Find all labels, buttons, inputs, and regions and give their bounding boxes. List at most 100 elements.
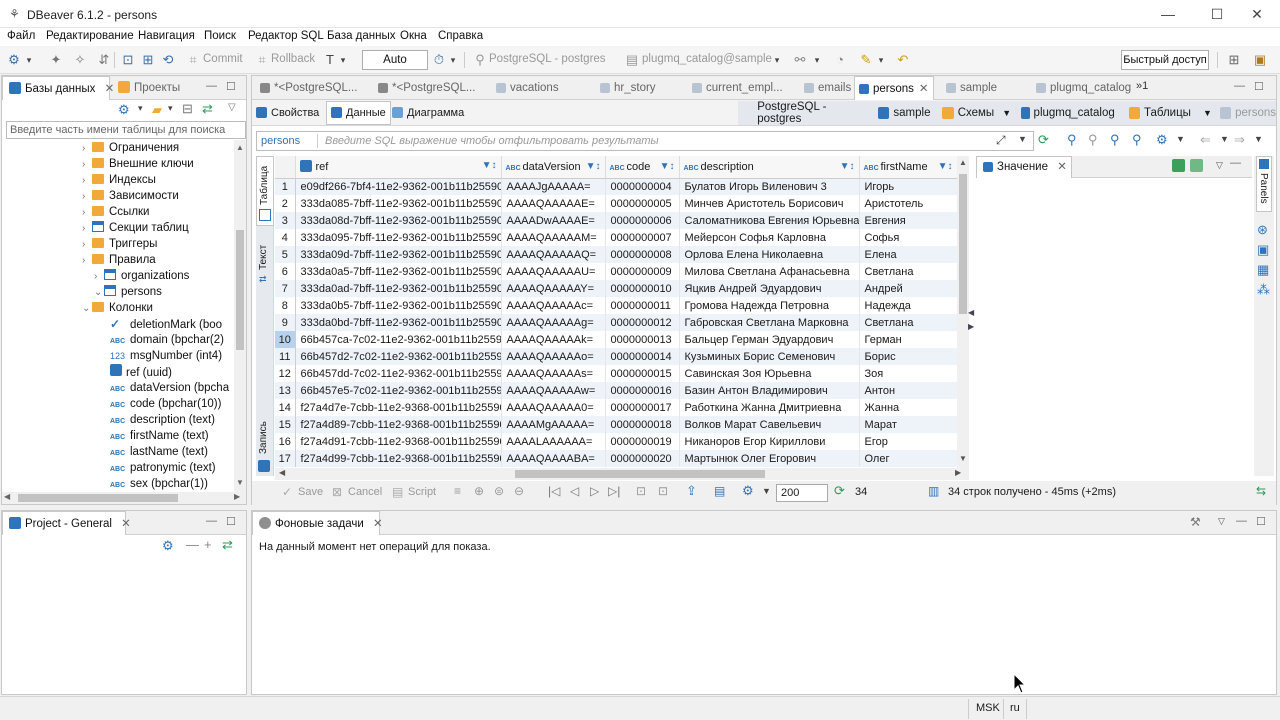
table-cell[interactable]: 333da0bd-7bff-11e2-9362-001b11b25590 [295, 314, 502, 331]
breadcrumb-connection[interactable]: PostgreSQL - postgres [757, 101, 866, 125]
tree-item[interactable]: ABC dataVersion (bpcha [110, 380, 229, 396]
dropdown-icon[interactable]: ▼ [762, 486, 771, 496]
collapse-all-icon[interactable]: ⊟ [182, 101, 193, 117]
chevron-right-icon[interactable]: › [82, 173, 92, 189]
table-cell[interactable]: 66b457e5-7c02-11e2-9362-001b11b25590 [295, 382, 502, 399]
table-cell[interactable]: Никаноров Егор Кириллови [679, 433, 860, 450]
table-row[interactable]: 3 333da08d-7bff-11e2-9362-001b11b25590 AAA… [275, 212, 957, 229]
tree-item[interactable]: ABC description (text) [110, 412, 215, 428]
table-cell[interactable]: Андрей [859, 280, 957, 297]
vtab-text[interactable]: Текст ⇄ [256, 236, 274, 286]
new-connection-icon[interactable]: ⚙ [118, 102, 130, 118]
table-row[interactable]: 1 e09df266-7bf4-11e2-9362-001b11b25590 AAA… [275, 178, 957, 195]
minimize-view-icon[interactable]: — [1230, 157, 1241, 169]
delete-row-icon[interactable]: ⊖ [514, 484, 524, 498]
table-cell[interactable]: AAAALAAAAAA= [501, 433, 606, 450]
tools-icon[interactable]: ✎ [858, 52, 874, 68]
table-cell[interactable]: Громова Надежда Петровна [679, 297, 860, 314]
view-menu-icon[interactable]: ▽ [1218, 516, 1225, 527]
table-cell[interactable]: 0000000007 [605, 229, 680, 246]
table-cell[interactable]: 333da0ad-7bff-11e2-9362-001b11b25590 [295, 280, 502, 297]
table-cell[interactable]: AAAADwAAAAE= [501, 212, 606, 229]
chevron-right-icon[interactable]: › [94, 269, 104, 285]
table-cell[interactable]: f27a4d99-7cbb-11e2-9368-001b11b25590 [295, 450, 502, 467]
table-row[interactable]: 9 333da0bd-7bff-11e2-9362-001b11b25590 AAA… [275, 314, 957, 331]
edit-row-icon[interactable]: ≡ [454, 484, 461, 498]
column-header[interactable]: ref ▼↕ [295, 156, 502, 179]
tree-item[interactable]: ABC firstName (text) [110, 428, 209, 444]
menu-window[interactable]: Окна [400, 30, 427, 42]
table-cell[interactable]: 66b457dd-7c02-11e2-9362-001b11b25590 [295, 365, 502, 382]
refresh-icon[interactable]: ⟳ [834, 483, 845, 499]
close-tab-icon[interactable]: ✕ [919, 83, 929, 95]
filter-history-icon[interactable]: ▼ [1018, 134, 1027, 144]
tree-item[interactable]: ABC sex (bpchar(1)) [110, 476, 208, 492]
tab-databases[interactable]: Базы данных ✕ [2, 76, 114, 100]
filter-input[interactable]: Введите SQL выражение чтобы отфильтроват… [325, 135, 659, 147]
chevron-right-icon[interactable]: › [82, 221, 92, 237]
table-cell[interactable]: 0000000013 [605, 331, 680, 348]
table-cell[interactable]: 0000000005 [605, 195, 680, 212]
expand-filter-icon[interactable]: ⤢ [996, 133, 1006, 148]
tree-item[interactable]: › Ссылки [82, 204, 150, 220]
back-icon[interactable]: ↶ [895, 52, 911, 68]
script-button[interactable]: Script [408, 486, 436, 498]
chevron-right-icon[interactable]: › [82, 189, 92, 205]
table-cell[interactable]: Зоя [859, 365, 957, 382]
table-cell[interactable]: Саломатникова Евгения Юрьевна [679, 212, 860, 229]
expand-icon[interactable]: + [204, 537, 212, 552]
chevron-right-icon[interactable]: › [82, 237, 92, 253]
locale-indicator[interactable]: ru [1010, 702, 1020, 714]
table-cell[interactable]: AAAAQAAAAAM= [501, 229, 606, 246]
maximize-view-icon[interactable]: ☐ [226, 80, 236, 93]
filter-settings-icon[interactable]: ⚲ [1110, 132, 1120, 148]
manual-commit-icon[interactable]: ⊞ [140, 52, 156, 68]
table-cell[interactable]: f27a4d91-7cbb-11e2-9368-001b11b25590 [295, 433, 502, 450]
table-cell[interactable]: 333da0a5-7bff-11e2-9362-001b11b25590 [295, 263, 502, 280]
table-cell[interactable]: AAAAJgAAAAA= [501, 178, 606, 195]
more-tabs-indicator[interactable]: »1 [1136, 80, 1148, 92]
table-row[interactable]: 12 66b457dd-7c02-11e2-9362-001b11b25590 AA… [275, 365, 957, 382]
table-row[interactable]: 11 66b457d2-7c02-11e2-9362-001b11b25590 AA… [275, 348, 957, 365]
aggregate-icon[interactable]: ⊛ [1257, 222, 1268, 238]
chevron-down-icon[interactable]: ⌄ [82, 301, 92, 317]
row-number[interactable]: 14 [275, 399, 296, 416]
table-cell[interactable]: 0000000008 [605, 246, 680, 263]
editor-tab[interactable]: emails [800, 76, 851, 100]
editor-tab[interactable]: *<PostgreSQL... [374, 76, 486, 100]
tree-item[interactable]: ABC lastName (text) [110, 444, 208, 460]
fetch-all-icon[interactable]: ⊡ [636, 484, 646, 498]
editor-tab[interactable]: current_empl... [688, 76, 792, 100]
tree-item[interactable]: ABC domain (bpchar(2) [110, 332, 224, 348]
tree-item[interactable]: › Зависимости [82, 188, 179, 204]
menu-database[interactable]: База данных [327, 30, 396, 42]
minimize-editor-icon[interactable]: — [1234, 80, 1245, 92]
table-cell[interactable]: Булатов Игорь Виленович 3 [679, 178, 860, 195]
references-icon[interactable]: ⁂ [1257, 282, 1270, 298]
dropdown-icon[interactable]: ▼ [1220, 134, 1229, 144]
table-cell[interactable]: 333da08d-7bff-11e2-9362-001b11b25590 [295, 212, 502, 229]
table-cell[interactable]: Габровская Светлана Марковна [679, 314, 860, 331]
collapse-left-icon[interactable]: ◀ [968, 308, 974, 317]
table-cell[interactable]: Бальцер Герман Эдуардович [679, 331, 860, 348]
quick-access-input[interactable]: Быстрый доступ [1121, 50, 1209, 70]
active-catalog[interactable]: plugmq_catalog@sample [642, 53, 772, 65]
dropdown-icon[interactable]: ▾ [24, 52, 34, 68]
disconnect-icon[interactable]: ✧ [72, 52, 88, 68]
tree-item[interactable]: ✓ deletionMark (boo [110, 316, 222, 332]
table-cell[interactable]: AAAAMgAAAAA= [501, 416, 606, 433]
table-row[interactable]: 13 66b457e5-7c02-11e2-9362-001b11b25590 AA… [275, 382, 957, 399]
add-row-icon[interactable]: ⊕ [474, 484, 484, 498]
gear-icon[interactable]: ⚙ [1156, 132, 1168, 148]
fetch-size-input[interactable]: 200 [776, 484, 828, 502]
row-number[interactable]: 8 [275, 297, 296, 314]
table-cell[interactable]: AAAAQAAAAAs= [501, 365, 606, 382]
tree-vscrollbar[interactable]: ▲ ▼ [234, 140, 246, 492]
menu-search[interactable]: Поиск [204, 30, 236, 42]
chevron-right-icon[interactable]: › [82, 141, 92, 157]
close-tab-icon[interactable]: ✕ [373, 518, 383, 530]
clear-filter-icon[interactable]: ⚲ [1088, 132, 1098, 148]
table-cell[interactable]: AAAAQAAAAA0= [501, 399, 606, 416]
row-number[interactable]: 13 [275, 382, 296, 399]
table-cell[interactable]: 66b457ca-7c02-11e2-9362-001b11b25590 [295, 331, 502, 348]
